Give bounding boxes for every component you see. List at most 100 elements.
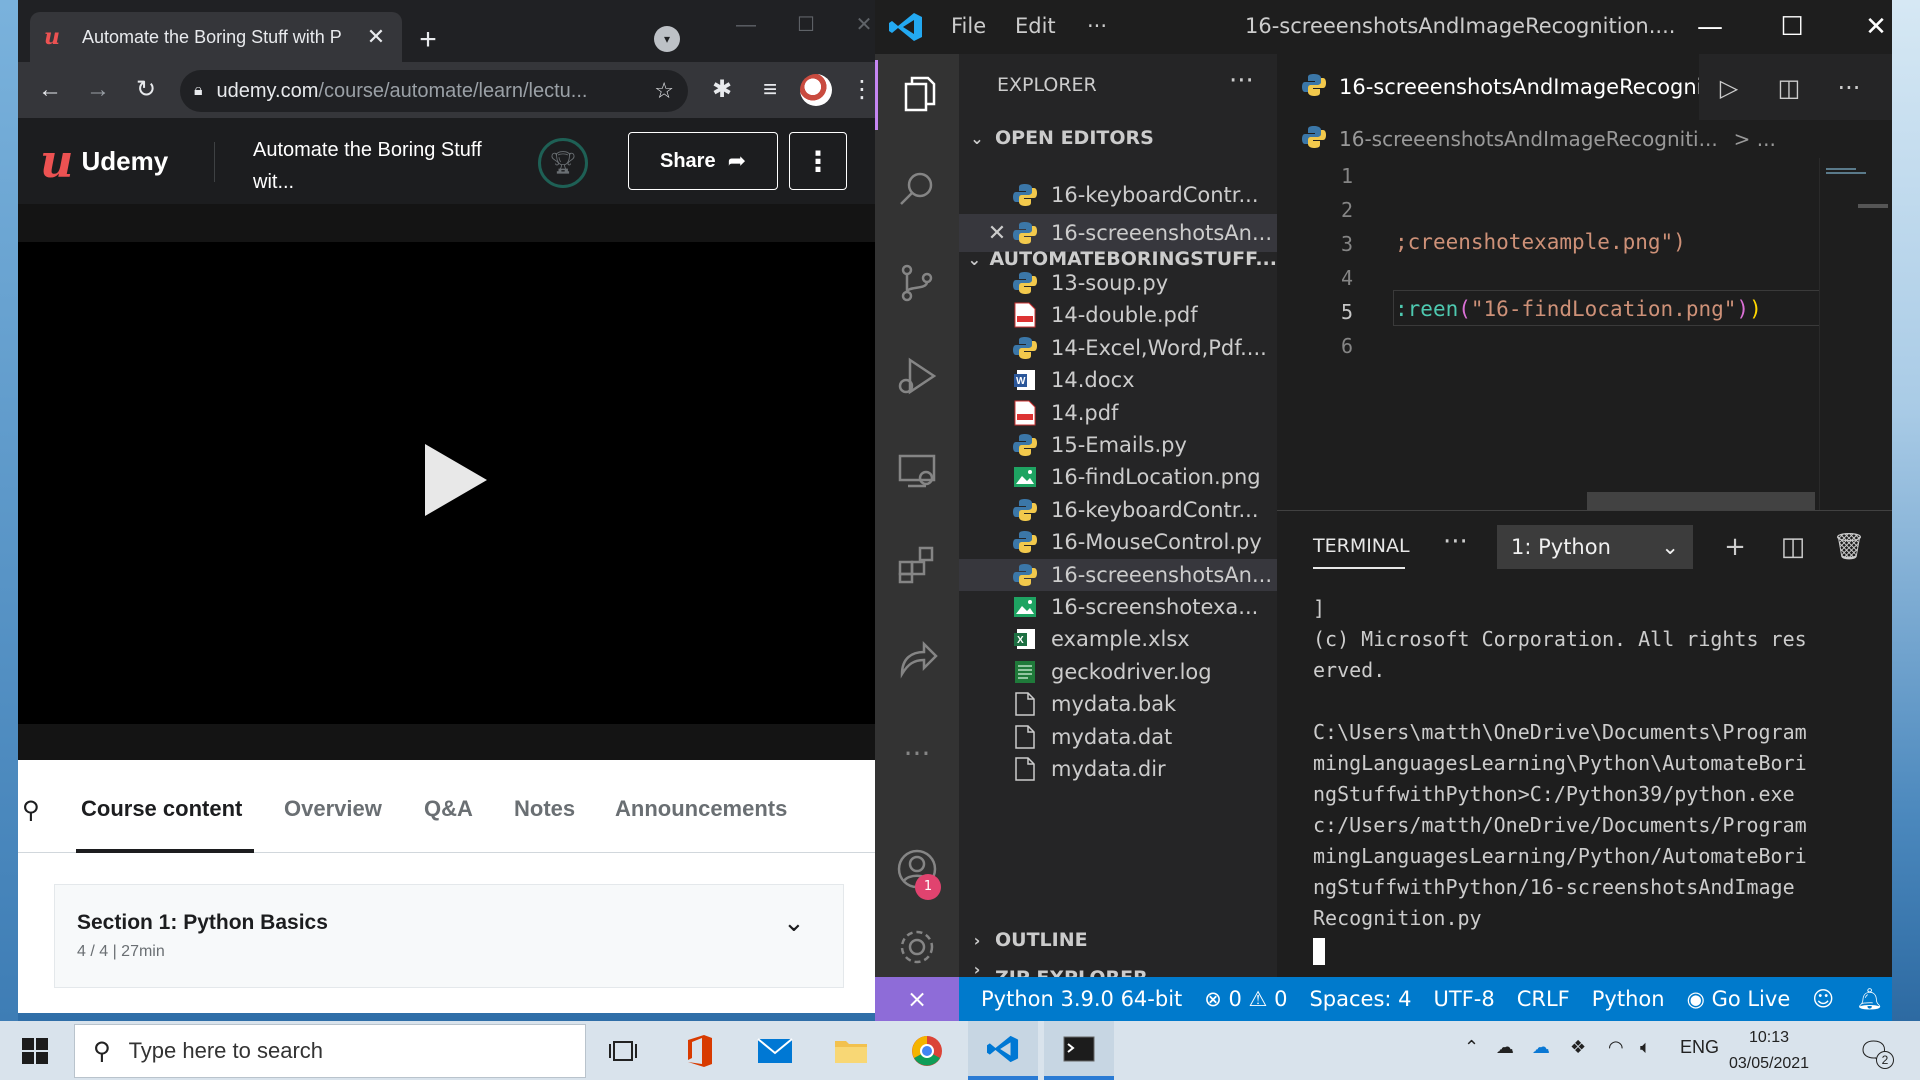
file-tree-item[interactable]: 14-double.pdf	[959, 299, 1277, 331]
search-icon[interactable]: ⚲	[22, 796, 40, 825]
profile-avatar[interactable]	[800, 74, 832, 106]
back-icon[interactable]: ←	[32, 72, 68, 108]
settings-gear-icon[interactable]	[875, 912, 959, 982]
tab-notes[interactable]: Notes	[514, 796, 575, 822]
windows-start-icon[interactable]	[0, 1021, 70, 1080]
file-explorer-icon[interactable]	[816, 1021, 886, 1080]
action-center-icon[interactable]: 🗨︎ 2	[1854, 1031, 1894, 1071]
minimize-icon[interactable]: —	[726, 10, 766, 40]
code-editor[interactable]: 1 2 3 4 5 6 ;creenshotexample.png") :ree…	[1277, 158, 1892, 510]
browser-tab-udemy[interactable]: u Automate the Boring Stuff with P ✕	[30, 12, 402, 62]
status-language[interactable]: Python	[1592, 987, 1665, 1011]
task-view-icon[interactable]	[588, 1021, 658, 1080]
tab-overview[interactable]: Overview	[284, 796, 382, 822]
maximize-icon[interactable]: ☐	[786, 10, 826, 40]
tab-close-icon[interactable]: ✕	[364, 24, 388, 50]
dropbox-icon[interactable]: ❖	[1570, 1037, 1586, 1058]
menu-more[interactable]: ···	[1087, 14, 1107, 38]
horizontal-scrollbar[interactable]	[1587, 492, 1815, 510]
more-views-icon[interactable]: ···	[875, 718, 959, 788]
maximize-icon[interactable]: ☐	[1767, 8, 1817, 46]
file-tree-item[interactable]: W 14.docx	[959, 364, 1277, 396]
menu-file[interactable]: File	[951, 14, 986, 38]
explorer-more-icon[interactable]: ···	[1229, 66, 1254, 96]
tab-qa[interactable]: Q&A	[424, 796, 473, 822]
onedrive-icon[interactable]: ☁	[1532, 1037, 1550, 1058]
status-python-interpreter[interactable]: Python 3.9.0 64-bit	[981, 987, 1182, 1011]
breadcrumb[interactable]: 16-screeenshotsAndImageRecogniti... > ..…	[1277, 120, 1892, 158]
status-problems[interactable]: ⊗ 0 ⚠ 0	[1204, 987, 1287, 1011]
accounts-icon[interactable]: 1	[875, 834, 959, 904]
terminal-select[interactable]: 1: Python ⌄	[1497, 525, 1693, 569]
feedback-icon[interactable]: ☺	[1812, 987, 1834, 1011]
more-options-button[interactable]: ⋮	[789, 132, 847, 190]
status-spaces[interactable]: Spaces: 4	[1309, 987, 1411, 1011]
file-tree-item[interactable]: 16-findLocation.png	[959, 461, 1277, 493]
tab-search-icon[interactable]: ▾	[654, 26, 680, 52]
split-terminal-icon[interactable]: ◫	[1773, 527, 1813, 567]
file-tree-item[interactable]: 14.pdf	[959, 397, 1277, 429]
file-tree-item[interactable]: 16-MouseControl.py	[959, 526, 1277, 558]
file-tree-item[interactable]: 14-Excel,Word,Pdf....	[959, 332, 1277, 364]
file-tree-item[interactable]: 15-Emails.py	[959, 429, 1277, 461]
extensions-icon[interactable]	[875, 530, 959, 600]
explorer-icon[interactable]	[875, 60, 959, 130]
remote-explorer-icon[interactable]	[875, 436, 959, 506]
chevron-down-icon[interactable]: ⌄	[783, 907, 805, 938]
split-editor-icon[interactable]: ◫	[1769, 68, 1809, 108]
status-eol[interactable]: CRLF	[1517, 987, 1570, 1011]
share-button[interactable]: Share ➦	[628, 132, 778, 190]
chrome-menu-icon[interactable]: ⋮	[844, 72, 875, 108]
chrome-app-icon[interactable]	[892, 1021, 962, 1080]
remote-icon[interactable]: ⨯	[875, 977, 959, 1021]
trash-icon[interactable]: 🗑︎	[1829, 527, 1869, 567]
new-terminal-icon[interactable]: +	[1715, 527, 1755, 567]
play-icon[interactable]	[425, 444, 487, 516]
open-editors-section[interactable]: ⌄ OPEN EDITORS	[959, 120, 1277, 156]
cloud-icon[interactable]: ☁	[1496, 1037, 1514, 1058]
wifi-icon[interactable]: ◠	[1608, 1037, 1624, 1058]
editor-more-icon[interactable]: ···	[1829, 68, 1869, 108]
zip-explorer-section[interactable]: › ZIP EXPLORER	[959, 960, 1277, 990]
file-tree-item[interactable]: mydata.bak	[959, 688, 1277, 720]
editor-tab-active[interactable]: 16-screeenshotsAndImageRecognit	[1277, 54, 1699, 120]
notifications-bell-icon[interactable]: 🔔︎	[1856, 987, 1883, 1012]
run-icon[interactable]: ▷	[1709, 68, 1749, 108]
open-editor-item[interactable]: 16-keyboardContr...	[959, 176, 1277, 214]
course-title[interactable]: Automate the Boring Stuff wit...	[253, 134, 493, 198]
file-tree-item[interactable]: 16-screenshotexa...	[959, 591, 1277, 623]
media-control-icon[interactable]: ≡	[752, 72, 788, 108]
menu-edit[interactable]: Edit	[1015, 14, 1056, 38]
language-indicator[interactable]: ENG	[1680, 1037, 1719, 1058]
tab-announcements[interactable]: Announcements	[615, 796, 787, 822]
live-share-icon[interactable]	[875, 624, 959, 694]
clock[interactable]: 10:13 03/05/2021	[1716, 1025, 1822, 1077]
udemy-logo[interactable]: u Udemy	[40, 138, 168, 184]
file-tree-item[interactable]: Xexample.xlsx	[959, 623, 1277, 655]
mail-app-icon[interactable]	[740, 1021, 810, 1080]
volume-icon[interactable]: 🔈︎	[1640, 1037, 1651, 1058]
new-tab-button[interactable]: +	[410, 22, 446, 58]
reload-icon[interactable]: ↻	[128, 72, 164, 108]
trophy-icon[interactable]: 🏆︎	[538, 138, 588, 188]
status-golive[interactable]: ◉ Go Live	[1687, 987, 1791, 1011]
file-tree-item[interactable]: mydata.dir	[959, 753, 1277, 785]
run-debug-icon[interactable]	[875, 342, 959, 412]
file-tree-item[interactable]: mydata.dat	[959, 721, 1277, 753]
terminal-app-icon[interactable]	[1044, 1021, 1114, 1080]
status-encoding[interactable]: UTF-8	[1434, 987, 1495, 1011]
search-icon[interactable]	[875, 154, 959, 224]
extensions-icon[interactable]: ✱	[704, 72, 740, 108]
source-control-icon[interactable]	[875, 248, 959, 318]
address-bar[interactable]: 🔒︎ udemy.com /course/automate/learn/lect…	[180, 70, 688, 112]
office-app-icon[interactable]	[664, 1021, 734, 1080]
taskbar-search[interactable]: ⚲ Type here to search	[74, 1024, 586, 1078]
file-tree-item[interactable]: 13-soup.py	[959, 267, 1277, 299]
forward-icon[interactable]: →	[80, 72, 116, 108]
vscode-app-icon[interactable]	[968, 1021, 1038, 1080]
tab-course-content[interactable]: Course content	[81, 796, 242, 822]
video-player[interactable]	[18, 204, 875, 760]
terminal-output[interactable]: ] (c) Microsoft Corporation. All rights r…	[1313, 593, 1873, 965]
close-window-icon[interactable]: ✕	[844, 10, 875, 40]
minimize-icon[interactable]: —	[1685, 8, 1735, 46]
